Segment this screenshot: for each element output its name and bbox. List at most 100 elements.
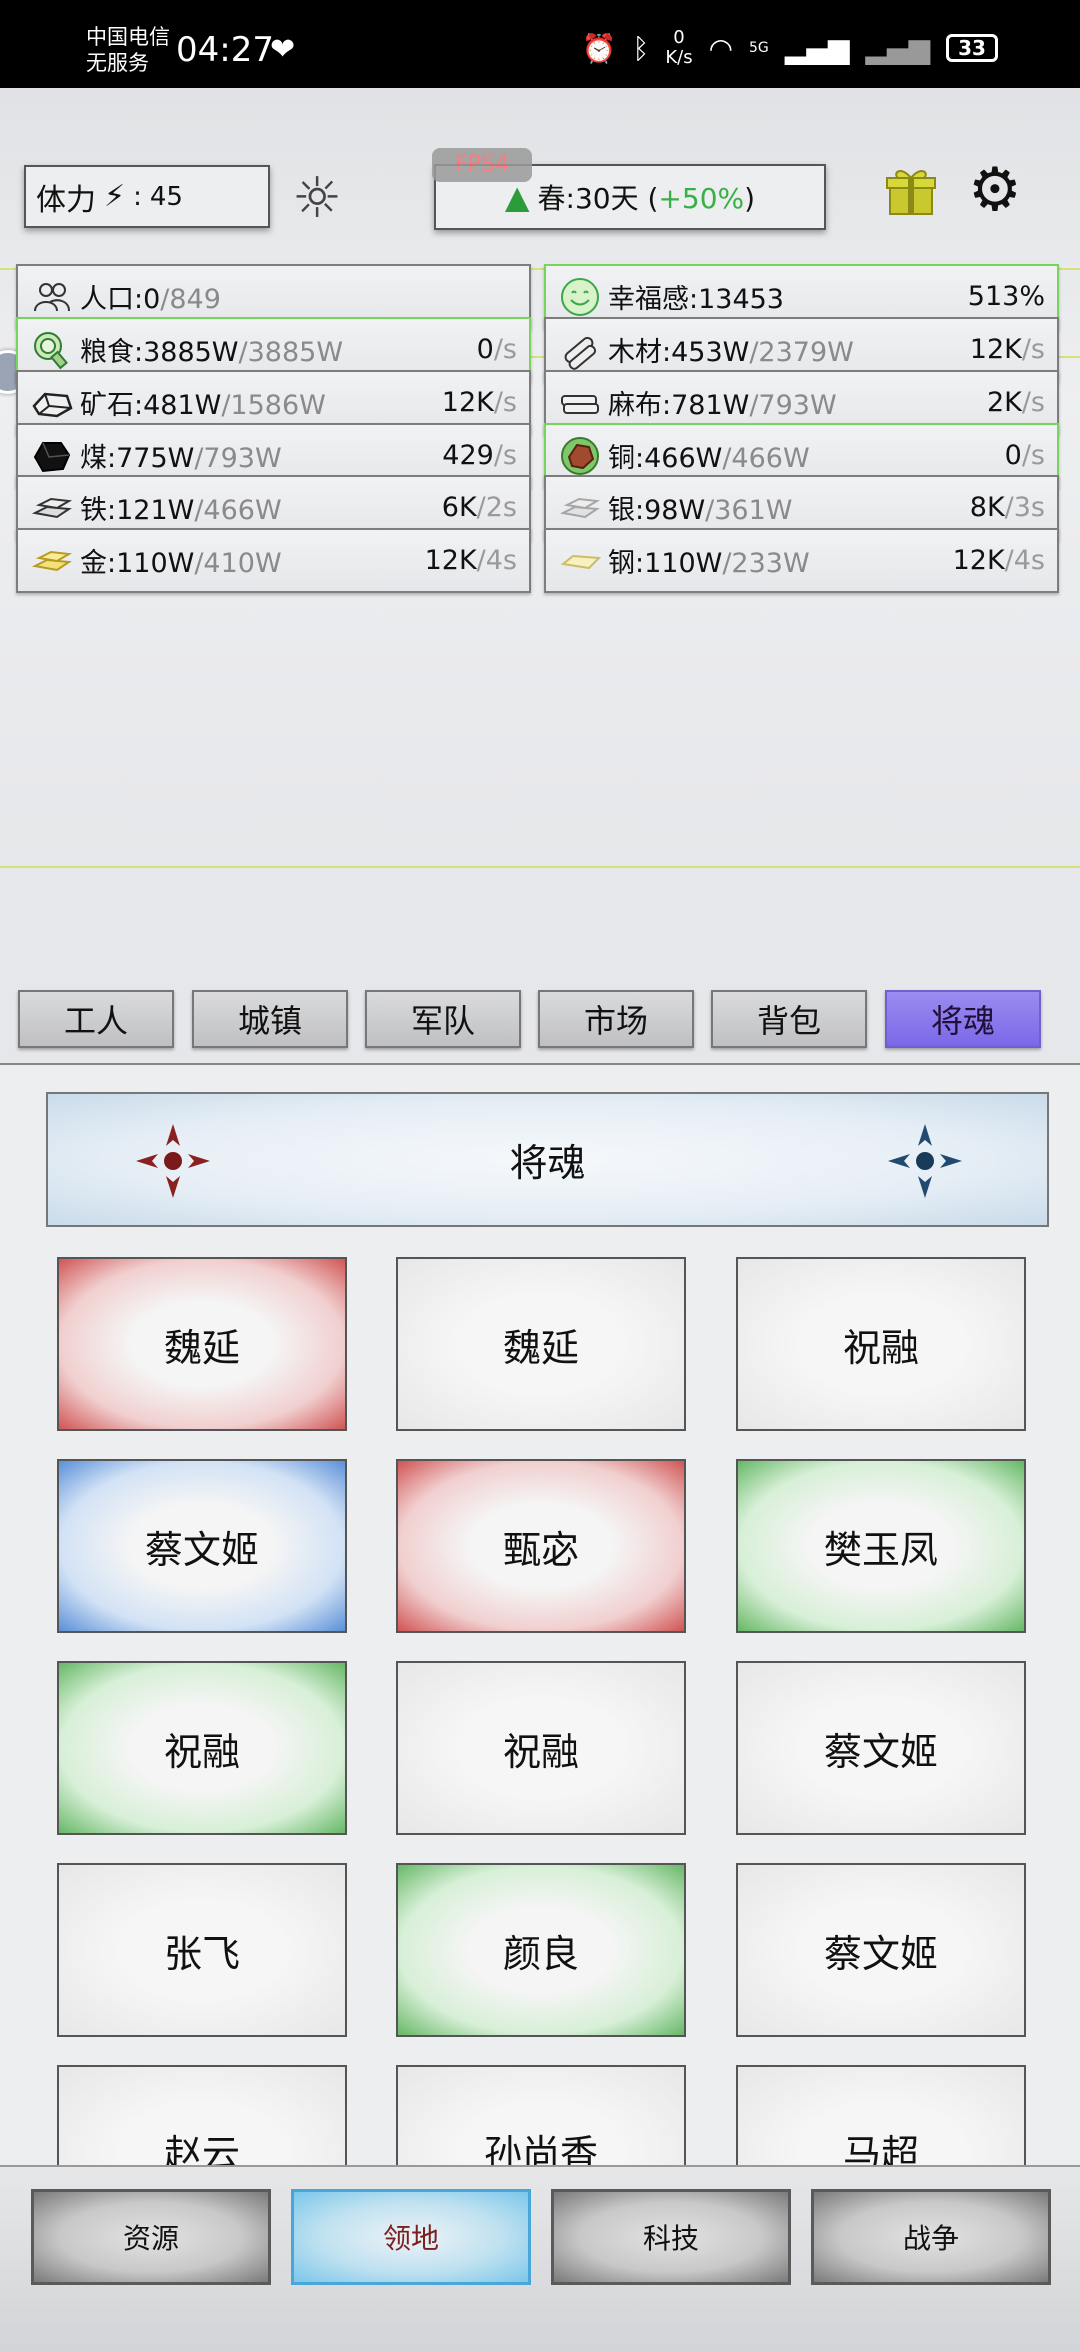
stamina-label: 体力 (36, 182, 96, 218)
general-name: 颜良 (502, 1931, 579, 1976)
sun-icon[interactable]: ☼ (292, 166, 342, 231)
general-name: 樊玉凤 (823, 1527, 938, 1572)
rate-value: 8K (969, 492, 1005, 523)
signal-off-icon: ▂▄▆ (865, 31, 930, 65)
season-close: ) (744, 182, 756, 215)
nav-resources[interactable]: 资源 (31, 2189, 271, 2285)
resource-capacity: /849 (160, 284, 221, 315)
fps-counter: FPS4 (432, 148, 532, 182)
general-name: 魏延 (163, 1325, 240, 1370)
resource-amount: 钢:110W (608, 548, 723, 579)
general-name: 甄宓 (502, 1527, 579, 1572)
general-card[interactable]: 蔡文姬 (57, 1459, 347, 1633)
tab-bag[interactable]: 背包 (711, 990, 867, 1048)
general-card[interactable]: 蔡文姬 (736, 1863, 1026, 2037)
rate-unit: /2s (476, 492, 517, 523)
tab-workers[interactable]: 工人 (18, 990, 174, 1048)
resource-name: 幸福感:13453 (608, 277, 784, 316)
resource-capacity: /1586W (221, 390, 326, 421)
resource-rate: 6K/2s (442, 492, 517, 523)
season-text: 春:30天 (+50%) (538, 177, 756, 217)
resource-item[interactable]: 金:110W/410W 12K/4s (16, 528, 531, 593)
general-card[interactable]: 祝融 (736, 1257, 1026, 1431)
resource-amount: 麻布:781W (608, 390, 750, 421)
resource-name: 铁:121W/466W (80, 488, 282, 527)
nav-territory[interactable]: 领地 (291, 2189, 531, 2285)
resource-name: 铜:466W/466W (608, 436, 810, 475)
general-card[interactable]: 魏延 (57, 1257, 347, 1431)
rate-unit: /3s (1004, 492, 1045, 523)
general-card[interactable]: 祝融 (396, 1661, 686, 1835)
season-label: 春:30天 ( (537, 182, 659, 215)
resource-rate: 0/s (1005, 440, 1045, 471)
speed-unit: K/s (665, 47, 693, 68)
tab-town[interactable]: 城镇 (192, 990, 348, 1048)
carrier-info: 中国电信 无服务 (86, 24, 170, 76)
general-name: 祝融 (502, 1729, 579, 1774)
gold-icon (30, 539, 74, 583)
rate-value: 513% (967, 281, 1045, 312)
compass-icon-right (888, 1124, 962, 1198)
signal-icon: ▂▄▆ (784, 31, 850, 65)
general-card[interactable]: 祝融 (57, 1661, 347, 1835)
general-card[interactable]: 甄宓 (396, 1459, 686, 1633)
general-card[interactable]: 蔡文姬 (736, 1661, 1026, 1835)
rate-value: 2K (986, 387, 1022, 418)
resource-amount: 银:98W (608, 495, 706, 526)
carrier-service: 无服务 (86, 51, 149, 75)
rate-unit: /s (1021, 440, 1045, 471)
rate-unit: /4s (1004, 545, 1045, 576)
resource-capacity: /2379W (749, 337, 854, 368)
rate-unit: /s (493, 334, 517, 365)
tab-market[interactable]: 市场 (538, 990, 694, 1048)
resource-item[interactable]: 钢:110W/233W 12K/4s (544, 528, 1059, 593)
general-card[interactable]: 孙尚香 (396, 2065, 686, 2165)
general-card[interactable]: 魏延 (396, 1257, 686, 1431)
divider-line (0, 866, 1080, 868)
resource-rate: 12K/s (970, 334, 1045, 365)
network-type: 5G (749, 40, 769, 56)
resource-amount: 煤:775W (80, 443, 195, 474)
general-card[interactable]: 颜良 (396, 1863, 686, 2037)
silver-icon (558, 486, 602, 530)
resource-name: 矿石:481W/1586W (80, 383, 326, 422)
tab-army[interactable]: 军队 (365, 990, 521, 1048)
general-card[interactable]: 张飞 (57, 1863, 347, 2037)
resource-amount: 金:110W (80, 548, 195, 579)
resource-capacity: /793W (749, 390, 837, 421)
resource-rate: 513% (968, 281, 1045, 312)
general-card[interactable]: 马超 (736, 2065, 1026, 2165)
resource-capacity: /466W (722, 443, 810, 474)
gear-icon[interactable]: ⚙ (968, 160, 1022, 220)
rate-unit: /s (493, 440, 517, 471)
gift-icon[interactable] (884, 164, 938, 218)
iron-icon (30, 486, 74, 530)
resource-name: 银:98W/361W (608, 488, 792, 527)
general-name: 祝融 (842, 1325, 919, 1370)
general-name: 蔡文姬 (144, 1527, 259, 1572)
alarm-icon: ⏰ (581, 31, 617, 65)
resource-capacity: /410W (194, 548, 282, 579)
resource-capacity: /793W (194, 443, 282, 474)
wood-icon (558, 328, 602, 372)
nav-war[interactable]: 战争 (811, 2189, 1051, 2285)
copper-icon (558, 434, 602, 478)
general-card[interactable]: 赵云 (57, 2065, 347, 2165)
nav-technology[interactable]: 科技 (551, 2189, 791, 2285)
tab-souls[interactable]: 将魂 (885, 990, 1041, 1048)
resource-capacity: /361W (705, 495, 793, 526)
section-banner: 将魂 (46, 1092, 1049, 1227)
rate-value: 12K (952, 545, 1005, 576)
network-speed: 0 K/s (665, 28, 692, 68)
resource-name: 人口:0/849 (80, 277, 221, 316)
resource-rate: 8K/3s (970, 492, 1045, 523)
general-card[interactable]: 樊玉凤 (736, 1459, 1026, 1633)
resource-rate: 12K/4s (425, 545, 517, 576)
rate-value: 12K (424, 545, 477, 576)
rate-value: 0 (476, 334, 494, 365)
ore-icon (30, 381, 74, 425)
general-name: 张飞 (163, 1931, 240, 1976)
resource-capacity: /3885W (238, 337, 344, 368)
general-name: 赵云 (163, 2131, 240, 2166)
resource-name: 金:110W/410W (80, 541, 282, 580)
